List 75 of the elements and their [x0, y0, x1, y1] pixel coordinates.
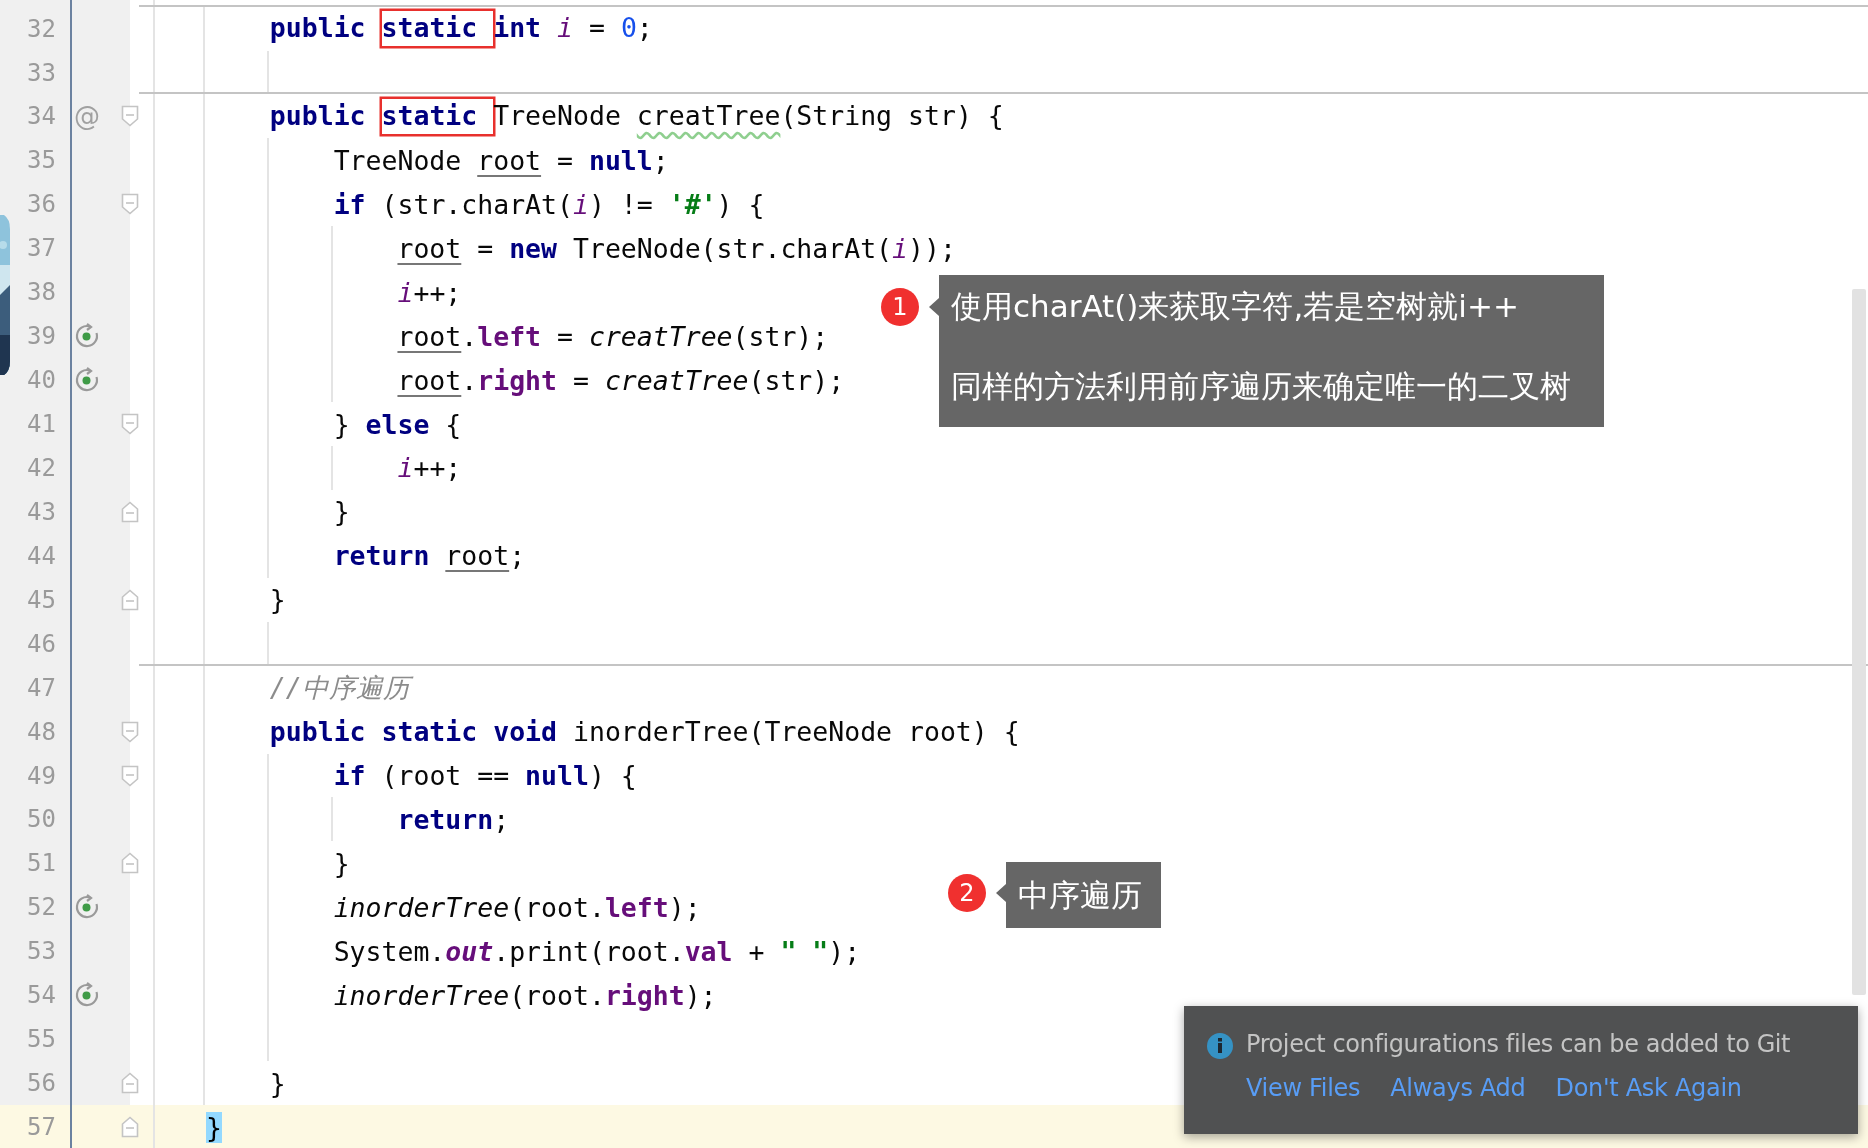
- fold-icon[interactable]: [121, 105, 139, 128]
- code-line: public static int i = 0;: [198, 4, 661, 53]
- line-number: 56: [27, 1069, 56, 1098]
- code-comment: //中序遍历: [198, 662, 418, 713]
- code-line: i++;: [396, 451, 463, 486]
- line-number: 54: [27, 981, 56, 1010]
- recursion-icon[interactable]: [74, 367, 100, 394]
- code-line: }: [332, 495, 351, 530]
- action-link[interactable]: Always Add: [1390, 1074, 1526, 1102]
- code-line: if (root == null) {: [332, 759, 638, 793]
- line-number: 42: [27, 453, 56, 482]
- line-number: 39: [27, 322, 56, 351]
- line-number: 52: [27, 893, 56, 922]
- line-number: 50: [27, 805, 56, 834]
- action-link[interactable]: Don't Ask Again: [1555, 1074, 1742, 1102]
- line-number: 35: [27, 146, 56, 175]
- code-line: root = new TreeNode(str.charAt(i));: [396, 231, 957, 266]
- code-line: public static void inorderTree(TreeNode root) {: [268, 715, 1021, 750]
- unfold-icon[interactable]: [121, 588, 139, 611]
- line-number: 48: [27, 717, 56, 746]
- unfold-icon[interactable]: [121, 852, 139, 875]
- fold-icon[interactable]: [121, 764, 139, 787]
- line-number: 47: [27, 673, 56, 702]
- callout-text: 同样的方法利用前序遍历来确定唯一的二叉树: [951, 367, 1572, 406]
- callout-text: 中序遍历: [1018, 876, 1143, 915]
- code-line: i++;: [396, 275, 463, 310]
- notification-message: Project configurations files can be added to Git: [1246, 1030, 1791, 1058]
- code-line: root.left = creatTree(str);: [396, 319, 830, 354]
- code-line: return root;: [332, 539, 527, 574]
- info-icon: [1206, 1032, 1234, 1060]
- code-line: }: [268, 583, 287, 618]
- code-line: inorderTree(root.right);: [332, 978, 718, 1013]
- code-line: }: [332, 846, 351, 881]
- callout-pointer: [929, 298, 939, 316]
- line-number: 46: [27, 629, 56, 658]
- line-number: 34: [27, 102, 56, 131]
- step-badge: 1: [881, 288, 919, 326]
- fold-icon[interactable]: [121, 720, 139, 743]
- action-link[interactable]: View Files: [1246, 1074, 1361, 1102]
- line-number: 33: [27, 58, 56, 87]
- line-number: 40: [27, 366, 56, 395]
- code-line: inorderTree(root.left);: [332, 890, 702, 925]
- line-number: 55: [27, 1025, 56, 1054]
- callout-text: 使用charAt()来获取字符,若是空树就i++: [951, 287, 1520, 326]
- fold-icon[interactable]: [121, 193, 139, 216]
- line-number: 41: [27, 410, 56, 438]
- code-line: if (str.charAt(i) != '#') {: [332, 187, 766, 222]
- line-number: 45: [27, 585, 56, 614]
- scrollbar-thumb[interactable]: [1852, 289, 1866, 995]
- implements-marker[interactable]: @: [74, 101, 100, 132]
- callout-pointer: [996, 884, 1006, 902]
- line-number: 44: [27, 541, 56, 570]
- unfold-icon[interactable]: [121, 1072, 139, 1095]
- line-number: 32: [27, 14, 56, 43]
- line-number: 51: [27, 849, 56, 878]
- code-line: System.out.print(root.val + " ");: [332, 934, 862, 969]
- line-number: 38: [27, 278, 56, 307]
- unfold-icon[interactable]: [121, 500, 139, 523]
- line-number: 57: [27, 1113, 56, 1141]
- line-number: 43: [27, 497, 56, 526]
- recursion-icon[interactable]: [74, 323, 100, 350]
- line-number: 36: [27, 190, 56, 219]
- recursion-icon[interactable]: [74, 894, 100, 921]
- code-line: TreeNode root = null;: [332, 143, 670, 178]
- code-line: return;: [396, 802, 511, 837]
- fold-icon[interactable]: [121, 413, 139, 435]
- line-number: 49: [27, 761, 56, 790]
- line-number: 37: [27, 234, 56, 263]
- code-line: root.right = creatTree(str);: [396, 363, 846, 398]
- code-line: }: [268, 1066, 287, 1101]
- code-line: } else {: [332, 407, 463, 442]
- step-badge: 2: [948, 874, 986, 912]
- recursion-icon[interactable]: [74, 982, 100, 1009]
- line-number: 53: [27, 937, 56, 966]
- unfold-icon[interactable]: [121, 1116, 139, 1138]
